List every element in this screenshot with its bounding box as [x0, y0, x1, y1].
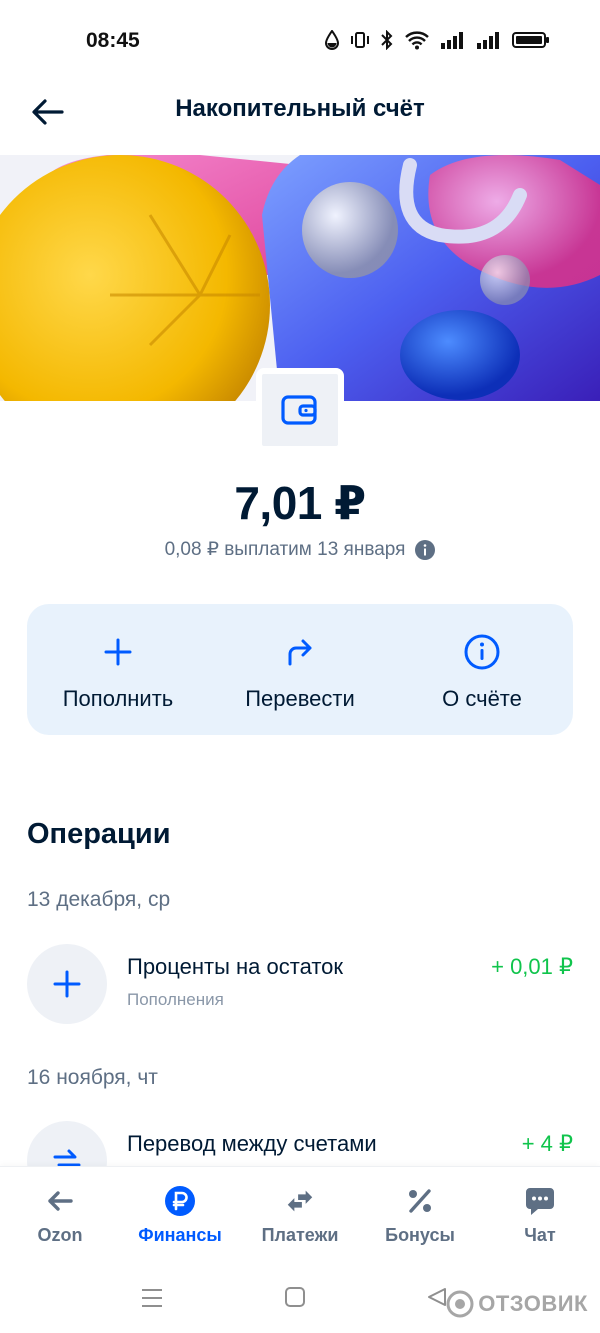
battery-icon	[512, 32, 549, 48]
top-up-button[interactable]: Пополнить	[27, 604, 209, 735]
page-title: Накопительный счёт	[175, 95, 425, 122]
wifi-icon	[405, 31, 429, 50]
operation-subtitle: Пополнения	[127, 990, 224, 1009]
info-icon	[464, 634, 500, 670]
payout-text: 0,08 ₽ выплатим 13 января	[164, 539, 406, 560]
watermark-text: ОТЗОВИК	[478, 1291, 588, 1316]
bottom-nav: Ozon Финансы Платежи Бонусы Чат	[0, 1166, 600, 1262]
about-account-button[interactable]: О счёте	[391, 604, 573, 735]
watermark: ОТЗОВИК	[446, 1290, 588, 1318]
transfer-label: Перевести	[245, 686, 355, 711]
vibrate-icon	[351, 32, 369, 48]
nav-label: Платежи	[261, 1225, 339, 1245]
operation-icon	[27, 944, 107, 1024]
account-balance: 7,01 ₽	[234, 477, 366, 529]
actions-card: Пополнить Перевести О счёте	[27, 604, 573, 735]
signal-icon	[441, 32, 463, 49]
info-icon[interactable]	[415, 539, 436, 560]
operation-title: Проценты на остаток	[127, 954, 344, 979]
banner-image	[0, 155, 600, 401]
banner-illustration	[0, 155, 600, 401]
ruble-icon	[164, 1185, 196, 1217]
operation-amount: + 4 ₽	[521, 1131, 573, 1156]
wallet-icon	[281, 395, 317, 425]
operations-title: Операции	[27, 818, 171, 850]
menu-icon[interactable]	[140, 1286, 164, 1310]
status-time: 08:45	[86, 29, 140, 52]
back-triangle-icon[interactable]	[426, 1286, 448, 1308]
transfer-button[interactable]: Перевести	[209, 604, 391, 735]
operation-item[interactable]: Проценты на остаток Пополнения + 0,01 ₽	[27, 944, 573, 1024]
plus-icon	[53, 970, 81, 998]
payout-info: 0,08 ₽ выплатим 13 января	[0, 538, 600, 561]
nav-label: Чат	[524, 1225, 556, 1245]
date-header: 16 ноября, чт	[27, 1066, 158, 1089]
bluetooth-icon	[381, 30, 393, 50]
nav-item-ozon[interactable]: Ozon	[0, 1167, 120, 1262]
nav-item-finance[interactable]: Финансы	[120, 1167, 240, 1262]
exchange-icon	[284, 1185, 316, 1217]
status-bar: 08:45	[0, 0, 600, 80]
nav-label: Бонусы	[385, 1225, 455, 1245]
header: Накопительный счёт	[0, 80, 600, 155]
account-icon	[256, 368, 344, 452]
forward-arrow-icon	[282, 634, 318, 670]
chat-icon	[524, 1185, 556, 1217]
status-icons	[324, 30, 550, 50]
nav-item-chat[interactable]: Чат	[480, 1167, 600, 1262]
top-up-label: Пополнить	[62, 686, 174, 711]
operation-title: Перевод между счетами	[127, 1131, 377, 1156]
nav-item-payments[interactable]: Платежи	[240, 1167, 360, 1262]
arrow-left-icon	[44, 1185, 76, 1217]
nav-label: Финансы	[138, 1225, 222, 1245]
home-icon[interactable]	[284, 1286, 306, 1308]
nav-label: Ozon	[37, 1225, 83, 1245]
about-account-label: О счёте	[442, 686, 522, 711]
watermark-logo-icon	[446, 1290, 474, 1318]
signal-icon-2	[477, 32, 499, 49]
plus-icon	[100, 634, 136, 670]
date-header: 13 декабря, ср	[27, 888, 171, 911]
drop-icon	[324, 30, 340, 50]
operation-amount: + 0,01 ₽	[491, 954, 573, 979]
nav-item-bonuses[interactable]: Бонусы	[360, 1167, 480, 1262]
percent-icon	[404, 1185, 436, 1217]
